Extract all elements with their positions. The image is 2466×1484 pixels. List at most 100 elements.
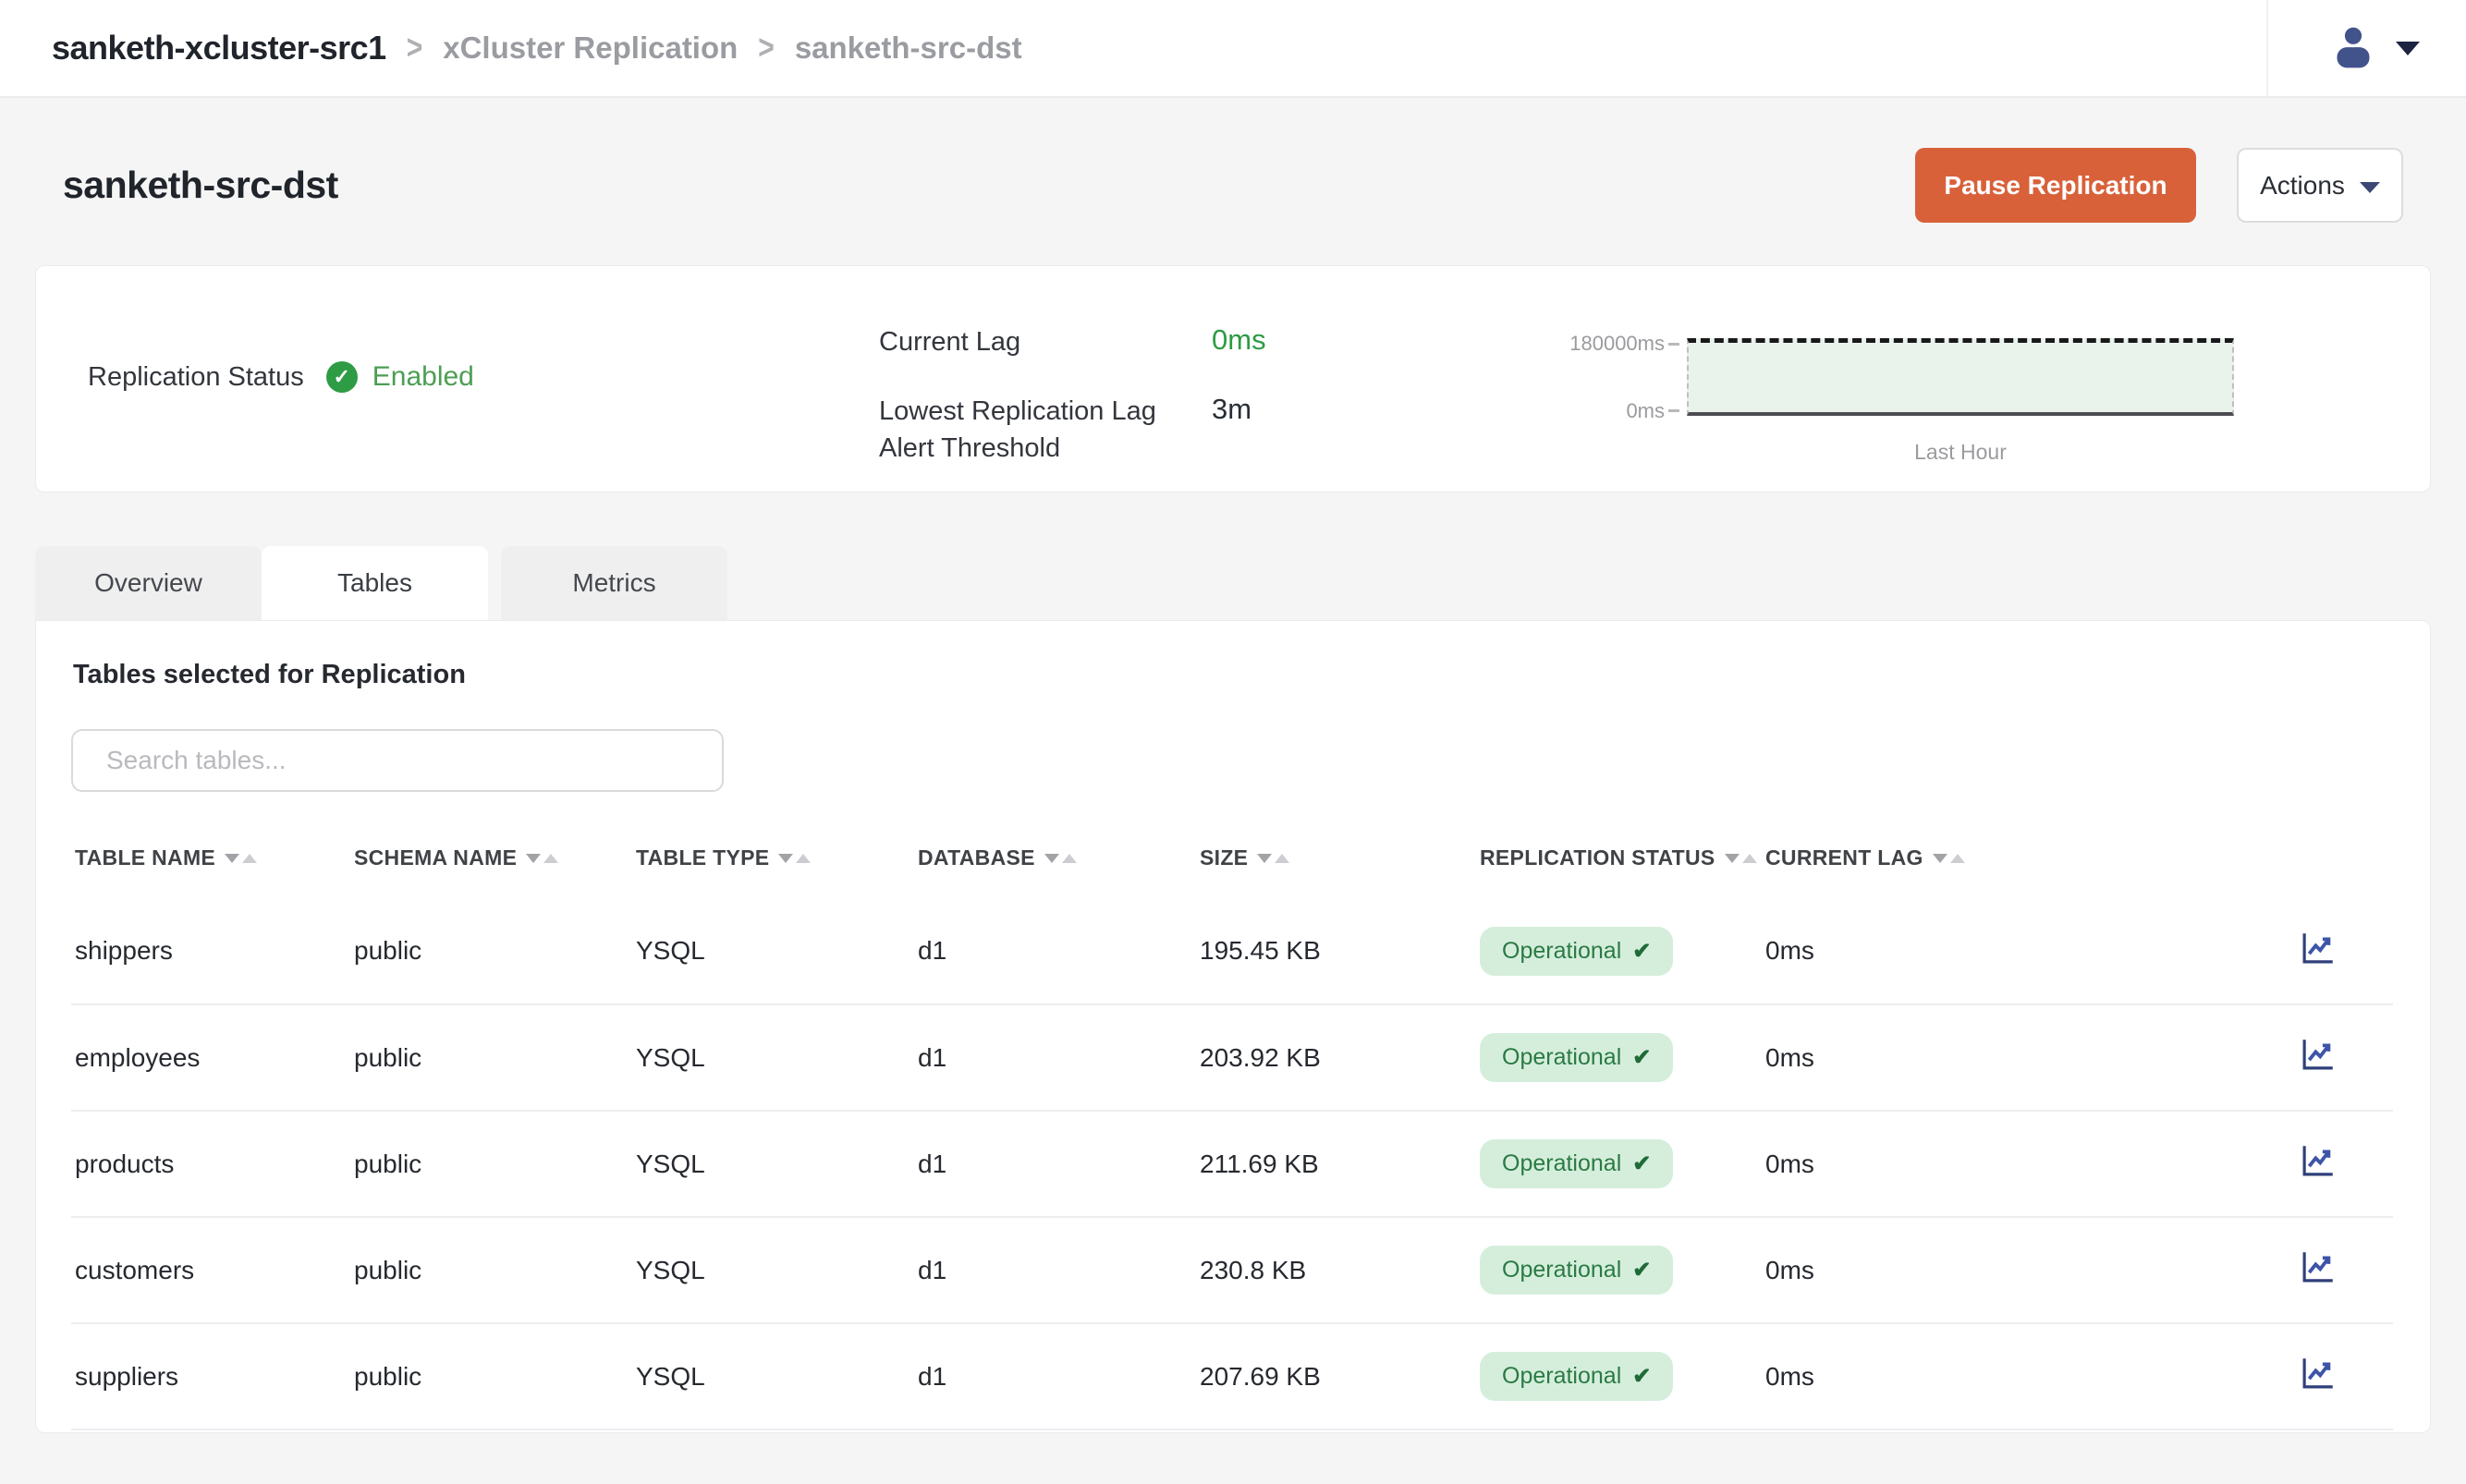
pause-replication-button[interactable]: Pause Replication bbox=[1915, 148, 2196, 223]
cell-schema-name: public bbox=[350, 1004, 632, 1111]
column-header-replication-status[interactable]: REPLICATION STATUS bbox=[1476, 820, 1762, 898]
breadcrumb-universe[interactable]: sanketh-xcluster-src1 bbox=[52, 29, 386, 67]
cell-table-name: suppliers bbox=[71, 1323, 350, 1429]
cell-table-type: YSQL bbox=[632, 898, 914, 1004]
cell-schema-name: public bbox=[350, 1217, 632, 1323]
cell-database: d1 bbox=[914, 898, 1196, 1004]
sort-icon bbox=[1044, 854, 1077, 863]
cell-table-name: products bbox=[71, 1111, 350, 1217]
column-header-schema-name[interactable]: SCHEMA NAME bbox=[350, 820, 632, 898]
cell-schema-name: public bbox=[350, 1111, 632, 1217]
current-lag-value: 0ms bbox=[1212, 323, 1266, 361]
cell-database: d1 bbox=[914, 1323, 1196, 1429]
view-lag-chart-button[interactable] bbox=[2297, 1035, 2339, 1077]
cell-current-lag: 0ms bbox=[1762, 1111, 2067, 1217]
cell-table-name: shippers bbox=[71, 898, 350, 1004]
breadcrumb-current: sanketh-src-dst bbox=[795, 30, 1022, 66]
cell-table-name: employees bbox=[71, 1004, 350, 1111]
table-row: products public YSQL d1 211.69 KB Operat… bbox=[71, 1111, 2393, 1217]
table-row: employees public YSQL d1 203.92 KB Opera… bbox=[71, 1004, 2393, 1111]
cell-database: d1 bbox=[914, 1111, 1196, 1217]
axis-tick bbox=[1668, 343, 1679, 346]
lag-chart-y-max-label: 180000ms bbox=[1517, 332, 1665, 356]
cell-current-lag: 0ms bbox=[1762, 1323, 2067, 1429]
column-header-database[interactable]: DATABASE bbox=[914, 820, 1196, 898]
status-badge: Operational bbox=[1480, 927, 1673, 976]
search-tables-input[interactable] bbox=[71, 729, 724, 792]
cell-size: 211.69 KB bbox=[1196, 1111, 1476, 1217]
check-icon bbox=[1632, 1044, 1651, 1071]
view-lag-chart-button[interactable] bbox=[2297, 1354, 2339, 1395]
view-lag-chart-button[interactable] bbox=[2297, 1141, 2339, 1183]
cell-database: d1 bbox=[914, 1217, 1196, 1323]
tab-tables[interactable]: Tables bbox=[262, 546, 488, 620]
check-icon bbox=[1632, 938, 1651, 965]
page-title: sanketh-src-dst bbox=[63, 164, 338, 207]
status-badge: Operational bbox=[1480, 1033, 1673, 1082]
table-row: shippers public YSQL d1 195.45 KB Operat… bbox=[71, 898, 2393, 1004]
current-lag-label: Current Lag bbox=[879, 323, 1166, 361]
lag-mini-chart: 180000ms 0ms Last Hour bbox=[1687, 338, 2234, 465]
check-icon bbox=[1632, 1150, 1651, 1177]
breadcrumb-section[interactable]: xCluster Replication bbox=[443, 30, 738, 66]
cell-size: 203.92 KB bbox=[1196, 1004, 1476, 1111]
check-circle-icon bbox=[326, 361, 358, 393]
cell-current-lag: 0ms bbox=[1762, 1217, 2067, 1323]
cell-database: d1 bbox=[914, 1004, 1196, 1111]
cell-table-type: YSQL bbox=[632, 1217, 914, 1323]
table-header-row: TABLE NAME SCHEMA NAME TABLE TYPE DATABA… bbox=[71, 820, 2393, 898]
header-divider bbox=[2266, 0, 2268, 97]
replication-status-value: Enabled bbox=[372, 361, 474, 393]
chevron-down-icon bbox=[2360, 182, 2380, 193]
cell-current-lag: 0ms bbox=[1762, 898, 2067, 1004]
column-header-current-lag[interactable]: CURRENT LAG bbox=[1762, 820, 2067, 898]
column-header-actions bbox=[2067, 820, 2393, 898]
view-lag-chart-button[interactable] bbox=[2297, 929, 2339, 970]
actions-dropdown-button[interactable]: Actions bbox=[2237, 148, 2403, 223]
cell-schema-name: public bbox=[350, 1323, 632, 1429]
cell-table-type: YSQL bbox=[632, 1111, 914, 1217]
chevron-right-icon: > bbox=[758, 29, 775, 68]
view-lag-chart-button[interactable] bbox=[2297, 1247, 2339, 1289]
cell-size: 207.69 KB bbox=[1196, 1323, 1476, 1429]
status-badge: Operational bbox=[1480, 1139, 1673, 1188]
chevron-down-icon bbox=[2396, 42, 2420, 55]
replication-tables-table: TABLE NAME SCHEMA NAME TABLE TYPE DATABA… bbox=[71, 820, 2393, 1430]
table-row: suppliers public YSQL d1 207.69 KB Opera… bbox=[71, 1323, 2393, 1429]
tables-panel-heading: Tables selected for Replication bbox=[73, 660, 2393, 690]
tab-metrics[interactable]: Metrics bbox=[501, 546, 727, 620]
lag-chart-plot-area: 180000ms 0ms bbox=[1687, 338, 2234, 416]
replication-status-card: Replication Status Enabled Current Lag 0… bbox=[35, 265, 2431, 493]
column-header-size[interactable]: SIZE bbox=[1196, 820, 1476, 898]
breadcrumb: sanketh-xcluster-src1 > xCluster Replica… bbox=[52, 29, 1022, 67]
sort-icon bbox=[225, 854, 257, 863]
sort-icon bbox=[778, 854, 811, 863]
status-badge: Operational bbox=[1480, 1352, 1673, 1401]
cell-table-type: YSQL bbox=[632, 1004, 914, 1111]
sort-icon bbox=[1933, 854, 1965, 863]
sort-icon bbox=[1257, 854, 1289, 863]
actions-button-label: Actions bbox=[2260, 171, 2345, 201]
column-header-table-type[interactable]: TABLE TYPE bbox=[632, 820, 914, 898]
column-header-table-name[interactable]: TABLE NAME bbox=[71, 820, 350, 898]
replication-status-label: Replication Status bbox=[88, 362, 304, 393]
cell-schema-name: public bbox=[350, 898, 632, 1004]
axis-tick bbox=[1668, 409, 1679, 412]
tab-bar: Overview Tables Metrics bbox=[35, 546, 2431, 620]
cell-table-name: customers bbox=[71, 1217, 350, 1323]
cell-current-lag: 0ms bbox=[1762, 1004, 2067, 1111]
check-icon bbox=[1632, 1257, 1651, 1283]
lag-chart-y-min-label: 0ms bbox=[1517, 399, 1665, 423]
sort-icon bbox=[1725, 854, 1757, 863]
cell-size: 195.45 KB bbox=[1196, 898, 1476, 1004]
chevron-right-icon: > bbox=[407, 29, 423, 68]
sort-icon bbox=[526, 854, 558, 863]
tables-panel: Tables selected for Replication TABLE NA… bbox=[35, 620, 2431, 1433]
table-row: customers public YSQL d1 230.8 KB Operat… bbox=[71, 1217, 2393, 1323]
cell-table-type: YSQL bbox=[632, 1323, 914, 1429]
check-icon bbox=[1632, 1363, 1651, 1390]
cell-size: 230.8 KB bbox=[1196, 1217, 1476, 1323]
user-menu[interactable] bbox=[2327, 20, 2429, 77]
lag-threshold-value: 3m bbox=[1212, 393, 1266, 468]
tab-overview[interactable]: Overview bbox=[35, 546, 262, 620]
